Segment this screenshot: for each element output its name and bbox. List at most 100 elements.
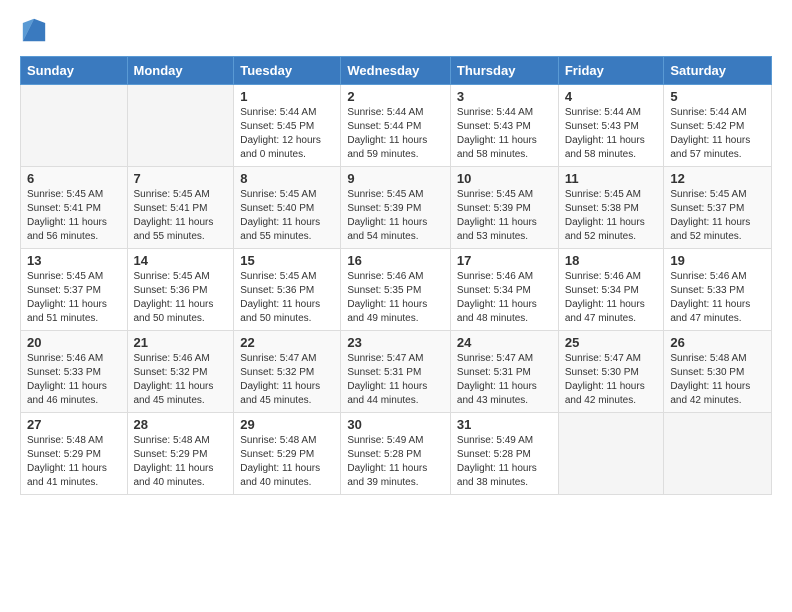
day-info: Sunrise: 5:44 AM Sunset: 5:44 PM Dayligh… [347, 106, 444, 162]
calendar-week-row: 13 Sunrise: 5:45 AM Sunset: 5:37 PM Dayli… [21, 249, 772, 331]
day-info: Sunrise: 5:45 AM Sunset: 5:38 PM Dayligh… [565, 188, 658, 244]
day-number: 16 [347, 253, 444, 268]
day-number: 22 [240, 335, 334, 350]
day-info: Sunrise: 5:44 AM Sunset: 5:42 PM Dayligh… [670, 106, 765, 162]
calendar-cell: 11 Sunrise: 5:45 AM Sunset: 5:38 PM Dayli… [558, 167, 664, 249]
day-info: Sunrise: 5:48 AM Sunset: 5:29 PM Dayligh… [240, 434, 334, 490]
day-number: 7 [134, 171, 228, 186]
day-number: 23 [347, 335, 444, 350]
calendar-cell: 17 Sunrise: 5:46 AM Sunset: 5:34 PM Dayli… [450, 249, 558, 331]
day-number: 25 [565, 335, 658, 350]
calendar-header-thursday: Thursday [450, 57, 558, 85]
day-number: 24 [457, 335, 552, 350]
page: SundayMondayTuesdayWednesdayThursdayFrid… [0, 0, 792, 511]
calendar-cell: 4 Sunrise: 5:44 AM Sunset: 5:43 PM Daylig… [558, 85, 664, 167]
day-number: 27 [27, 417, 121, 432]
calendar-cell: 5 Sunrise: 5:44 AM Sunset: 5:42 PM Daylig… [664, 85, 772, 167]
calendar-header-tuesday: Tuesday [234, 57, 341, 85]
calendar-header-wednesday: Wednesday [341, 57, 451, 85]
day-info: Sunrise: 5:46 AM Sunset: 5:33 PM Dayligh… [670, 270, 765, 326]
calendar-cell: 26Sunrise: 5:48 AM Sunset: 5:30 PM Dayli… [664, 331, 772, 413]
day-number: 4 [565, 89, 658, 104]
calendar-cell: 21 Sunrise: 5:46 AM Sunset: 5:32 PM Dayli… [127, 331, 234, 413]
day-number: 19 [670, 253, 765, 268]
day-info: Sunrise: 5:45 AM Sunset: 5:40 PM Dayligh… [240, 188, 334, 244]
day-number: 31 [457, 417, 552, 432]
day-number: 28 [134, 417, 228, 432]
day-info: Sunrise: 5:46 AM Sunset: 5:32 PM Dayligh… [134, 352, 228, 408]
day-info: Sunrise: 5:45 AM Sunset: 5:36 PM Dayligh… [134, 270, 228, 326]
calendar-cell: 25Sunrise: 5:47 AM Sunset: 5:30 PM Dayli… [558, 331, 664, 413]
day-info: Sunrise: 5:48 AM Sunset: 5:29 PM Dayligh… [134, 434, 228, 490]
day-info: Sunrise: 5:47 AM Sunset: 5:32 PM Dayligh… [240, 352, 334, 408]
calendar-cell: 6 Sunrise: 5:45 AM Sunset: 5:41 PM Daylig… [21, 167, 128, 249]
calendar-table: SundayMondayTuesdayWednesdayThursdayFrid… [20, 56, 772, 495]
day-number: 1 [240, 89, 334, 104]
day-number: 12 [670, 171, 765, 186]
day-info: Sunrise: 5:44 AM Sunset: 5:45 PM Dayligh… [240, 106, 334, 162]
day-number: 5 [670, 89, 765, 104]
day-info: Sunrise: 5:47 AM Sunset: 5:31 PM Dayligh… [457, 352, 552, 408]
calendar-cell: 16 Sunrise: 5:46 AM Sunset: 5:35 PM Dayli… [341, 249, 451, 331]
day-number: 14 [134, 253, 228, 268]
day-info: Sunrise: 5:46 AM Sunset: 5:35 PM Dayligh… [347, 270, 444, 326]
day-number: 21 [134, 335, 228, 350]
day-number: 29 [240, 417, 334, 432]
calendar-cell: 13 Sunrise: 5:45 AM Sunset: 5:37 PM Dayli… [21, 249, 128, 331]
calendar-cell: 3Sunrise: 5:44 AM Sunset: 5:43 PM Daylig… [450, 85, 558, 167]
day-info: Sunrise: 5:45 AM Sunset: 5:41 PM Dayligh… [134, 188, 228, 244]
calendar-cell: 27 Sunrise: 5:48 AM Sunset: 5:29 PM Dayli… [21, 413, 128, 495]
day-number: 10 [457, 171, 552, 186]
calendar-cell: 30 Sunrise: 5:49 AM Sunset: 5:28 PM Dayli… [341, 413, 451, 495]
calendar-cell: 8 Sunrise: 5:45 AM Sunset: 5:40 PM Daylig… [234, 167, 341, 249]
calendar-cell [558, 413, 664, 495]
calendar-cell: 24 Sunrise: 5:47 AM Sunset: 5:31 PM Dayli… [450, 331, 558, 413]
day-info: Sunrise: 5:46 AM Sunset: 5:34 PM Dayligh… [565, 270, 658, 326]
calendar-cell: 19 Sunrise: 5:46 AM Sunset: 5:33 PM Dayli… [664, 249, 772, 331]
day-info: Sunrise: 5:45 AM Sunset: 5:39 PM Dayligh… [347, 188, 444, 244]
calendar-week-row: 1 Sunrise: 5:44 AM Sunset: 5:45 PM Daylig… [21, 85, 772, 167]
day-info: Sunrise: 5:45 AM Sunset: 5:36 PM Dayligh… [240, 270, 334, 326]
day-info: Sunrise: 5:48 AM Sunset: 5:29 PM Dayligh… [27, 434, 121, 490]
calendar-cell: 22 Sunrise: 5:47 AM Sunset: 5:32 PM Dayli… [234, 331, 341, 413]
day-number: 15 [240, 253, 334, 268]
day-info: Sunrise: 5:44 AM Sunset: 5:43 PM Dayligh… [565, 106, 658, 162]
day-info: Sunrise: 5:45 AM Sunset: 5:37 PM Dayligh… [27, 270, 121, 326]
calendar-cell: 2 Sunrise: 5:44 AM Sunset: 5:44 PM Daylig… [341, 85, 451, 167]
day-info: Sunrise: 5:45 AM Sunset: 5:39 PM Dayligh… [457, 188, 552, 244]
calendar-cell [127, 85, 234, 167]
day-number: 2 [347, 89, 444, 104]
day-number: 13 [27, 253, 121, 268]
day-number: 18 [565, 253, 658, 268]
day-info: Sunrise: 5:49 AM Sunset: 5:28 PM Dayligh… [457, 434, 552, 490]
calendar-week-row: 20Sunrise: 5:46 AM Sunset: 5:33 PM Dayli… [21, 331, 772, 413]
calendar-header-saturday: Saturday [664, 57, 772, 85]
calendar-header-row: SundayMondayTuesdayWednesdayThursdayFrid… [21, 57, 772, 85]
calendar-cell: 31 Sunrise: 5:49 AM Sunset: 5:28 PM Dayli… [450, 413, 558, 495]
day-number: 11 [565, 171, 658, 186]
day-number: 17 [457, 253, 552, 268]
day-number: 26 [670, 335, 765, 350]
calendar-cell: 7 Sunrise: 5:45 AM Sunset: 5:41 PM Daylig… [127, 167, 234, 249]
day-number: 6 [27, 171, 121, 186]
calendar-cell: 18 Sunrise: 5:46 AM Sunset: 5:34 PM Dayli… [558, 249, 664, 331]
logo-icon [20, 16, 48, 44]
day-info: Sunrise: 5:46 AM Sunset: 5:34 PM Dayligh… [457, 270, 552, 326]
calendar-cell: 23 Sunrise: 5:47 AM Sunset: 5:31 PM Dayli… [341, 331, 451, 413]
day-info: Sunrise: 5:47 AM Sunset: 5:31 PM Dayligh… [347, 352, 444, 408]
day-number: 20 [27, 335, 121, 350]
calendar-cell: 14 Sunrise: 5:45 AM Sunset: 5:36 PM Dayli… [127, 249, 234, 331]
day-number: 30 [347, 417, 444, 432]
day-number: 8 [240, 171, 334, 186]
calendar-cell: 28 Sunrise: 5:48 AM Sunset: 5:29 PM Dayli… [127, 413, 234, 495]
calendar-header-monday: Monday [127, 57, 234, 85]
day-info: Sunrise: 5:49 AM Sunset: 5:28 PM Dayligh… [347, 434, 444, 490]
calendar-week-row: 6 Sunrise: 5:45 AM Sunset: 5:41 PM Daylig… [21, 167, 772, 249]
calendar-cell: 9Sunrise: 5:45 AM Sunset: 5:39 PM Daylig… [341, 167, 451, 249]
header [20, 16, 772, 44]
day-info: Sunrise: 5:45 AM Sunset: 5:37 PM Dayligh… [670, 188, 765, 244]
calendar-cell: 15 Sunrise: 5:45 AM Sunset: 5:36 PM Dayli… [234, 249, 341, 331]
day-info: Sunrise: 5:44 AM Sunset: 5:43 PM Dayligh… [457, 106, 552, 162]
calendar-header-friday: Friday [558, 57, 664, 85]
day-info: Sunrise: 5:45 AM Sunset: 5:41 PM Dayligh… [27, 188, 121, 244]
